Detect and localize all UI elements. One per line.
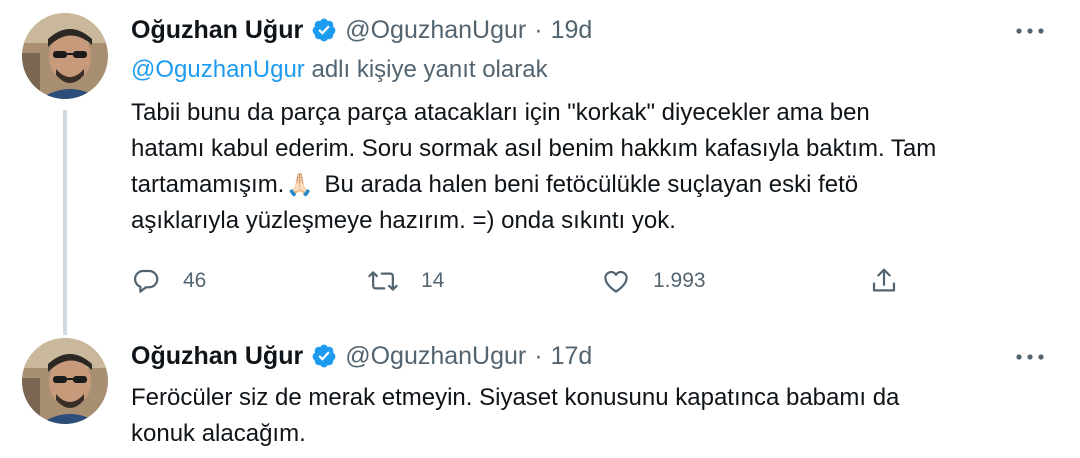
tweet-text-line: Tabii bunu da parça parça atacakları içi…	[131, 99, 870, 126]
share-button[interactable]	[869, 258, 899, 304]
tweet-text-segment: Bu arada halen beni fetöcülükle suçlayan…	[324, 171, 859, 198]
tweet-header: Oğuzhan Uğur @OguzhanUgur · 19d	[131, 12, 592, 48]
tweet-item[interactable]: Oğuzhan Uğur @OguzhanUgur · 17d Feröcüle…	[0, 330, 1080, 458]
author-name[interactable]: Oğuzhan Uğur	[131, 342, 303, 371]
avatar-photo	[22, 13, 108, 99]
tweet-text: Feröcüler siz de merak etmeyin. Siyaset …	[131, 380, 1051, 452]
tweet-text-line: tartamamışım.🙏🏻 Bu arada halen beni fetö…	[131, 167, 1051, 203]
retweet-count: 14	[421, 269, 445, 292]
retweet-icon	[367, 266, 399, 296]
reply-mention-link[interactable]: @OguzhanUgur	[131, 56, 305, 83]
more-options-icon[interactable]	[1010, 342, 1050, 372]
verified-badge-icon	[311, 343, 337, 369]
like-button[interactable]: 1.993	[601, 258, 706, 304]
retweet-button[interactable]: 14	[367, 258, 444, 304]
tweet-header: Oğuzhan Uğur @OguzhanUgur · 17d	[131, 338, 592, 374]
share-icon	[869, 266, 899, 296]
reply-button[interactable]: 46	[131, 258, 206, 304]
reply-context: @OguzhanUgur adlı kişiye yanıt olarak	[131, 56, 548, 84]
verified-badge-icon	[311, 17, 337, 43]
reply-context-text: adlı kişiye yanıt olarak	[304, 56, 548, 83]
avatar-photo	[22, 338, 108, 424]
tweet-text-line: Feröcüler siz de merak etmeyin. Siyaset …	[131, 384, 900, 411]
tweet-text-line: konuk alacağım.	[131, 420, 306, 447]
tweet-text: Tabii bunu da parça parça atacakları içi…	[131, 95, 1051, 239]
folded-hands-emoji: 🙏🏻	[286, 172, 314, 197]
tweet-timestamp[interactable]: 19d	[551, 16, 593, 45]
author-handle[interactable]: @OguzhanUgur	[345, 342, 526, 371]
tweet-text-segment: tartamamışım.	[131, 171, 285, 198]
heart-icon	[601, 266, 631, 296]
tweet-actions: 46 14 1.993	[131, 258, 911, 304]
avatar[interactable]	[22, 13, 108, 99]
thread-line	[63, 110, 67, 335]
separator-dot: ·	[534, 341, 543, 370]
separator-dot: ·	[534, 15, 543, 44]
tweet-timestamp[interactable]: 17d	[551, 342, 593, 371]
tweet-item[interactable]: Oğuzhan Uğur @OguzhanUgur · 19d @Oguzhan…	[0, 0, 1080, 335]
tweet-text-line: aşıklarıyla yüzleşmeye hazırım. =) onda …	[131, 207, 676, 234]
more-options-icon[interactable]	[1010, 16, 1050, 46]
like-count: 1.993	[653, 269, 706, 292]
avatar[interactable]	[22, 338, 108, 424]
tweet-text-line: hatamı kabul ederim. Soru sormak asıl be…	[131, 135, 937, 162]
reply-count: 46	[183, 269, 207, 292]
author-name[interactable]: Oğuzhan Uğur	[131, 16, 303, 45]
author-handle[interactable]: @OguzhanUgur	[345, 16, 526, 45]
reply-icon	[131, 266, 161, 296]
